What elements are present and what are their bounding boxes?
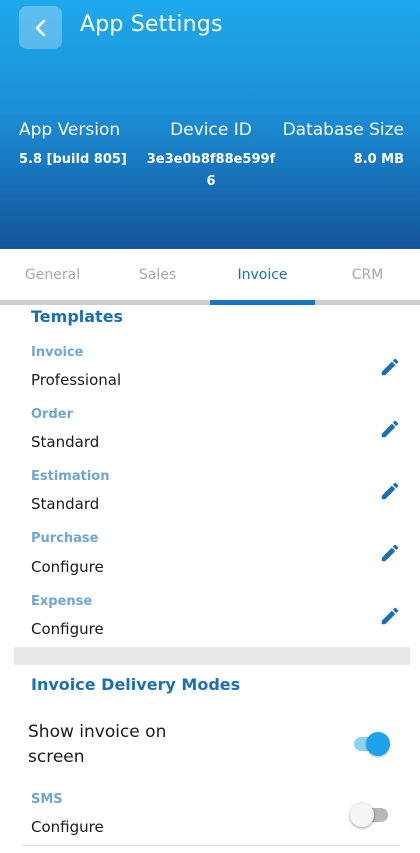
sms-value[interactable]: Configure <box>31 818 104 836</box>
back-button[interactable] <box>19 6 62 49</box>
order-template-value[interactable]: Standard <box>31 433 99 451</box>
pencil-icon[interactable] <box>379 542 401 564</box>
purchase-template-value[interactable]: Configure <box>31 558 104 576</box>
estimation-template-label: Estimation <box>31 469 110 484</box>
pencil-icon[interactable] <box>379 356 401 378</box>
tab-bar: General Sales Invoice CRM <box>0 249 420 305</box>
expense-template-label: Expense <box>31 594 93 609</box>
device-id-info: Device ID 3e3e0b8f88e599f6 <box>146 120 276 193</box>
estimation-template-value[interactable]: Standard <box>31 495 99 513</box>
toggle-knob <box>350 803 374 827</box>
page-title: App Settings <box>80 12 223 37</box>
device-id-label: Device ID <box>170 120 252 140</box>
tab-sales[interactable]: Sales <box>105 249 210 300</box>
row-divider <box>22 845 400 846</box>
templates-section-title: Templates <box>31 307 124 326</box>
pencil-icon[interactable] <box>379 605 401 627</box>
pencil-icon[interactable] <box>379 418 401 440</box>
database-size-info: Database Size 8.0 MB <box>283 120 404 171</box>
tab-invoice[interactable]: Invoice <box>210 249 315 305</box>
app-version-label: App Version <box>19 120 121 140</box>
device-id-value: 3e3e0b8f88e599f6 <box>146 152 276 189</box>
order-template-label: Order <box>31 407 73 422</box>
tab-crm[interactable]: CRM <box>315 249 420 300</box>
purchase-template-label: Purchase <box>31 531 99 546</box>
invoice-template-value[interactable]: Professional <box>31 371 121 389</box>
show-invoice-label: Show invoice on screen <box>28 722 167 767</box>
expense-template-value[interactable]: Configure <box>31 620 104 638</box>
section-divider <box>14 647 410 665</box>
tab-general[interactable]: General <box>0 249 105 300</box>
header: App Settings App Version 5.8 [build 805]… <box>0 0 420 249</box>
show-invoice-toggle[interactable] <box>352 730 392 756</box>
app-version-value: 5.8 [build 805] <box>19 152 127 167</box>
toggle-knob <box>366 732 390 756</box>
database-size-value: 8.0 MB <box>353 152 404 167</box>
delivery-section-title: Invoice Delivery Modes <box>31 675 241 694</box>
sms-label: SMS <box>31 792 63 807</box>
app-version-info: App Version 5.8 [build 805] <box>19 120 127 171</box>
sms-toggle[interactable] <box>350 801 392 827</box>
pencil-icon[interactable] <box>379 480 401 502</box>
chevron-left-icon <box>35 19 45 36</box>
database-size-label: Database Size <box>282 120 404 140</box>
invoice-template-label: Invoice <box>31 345 84 360</box>
